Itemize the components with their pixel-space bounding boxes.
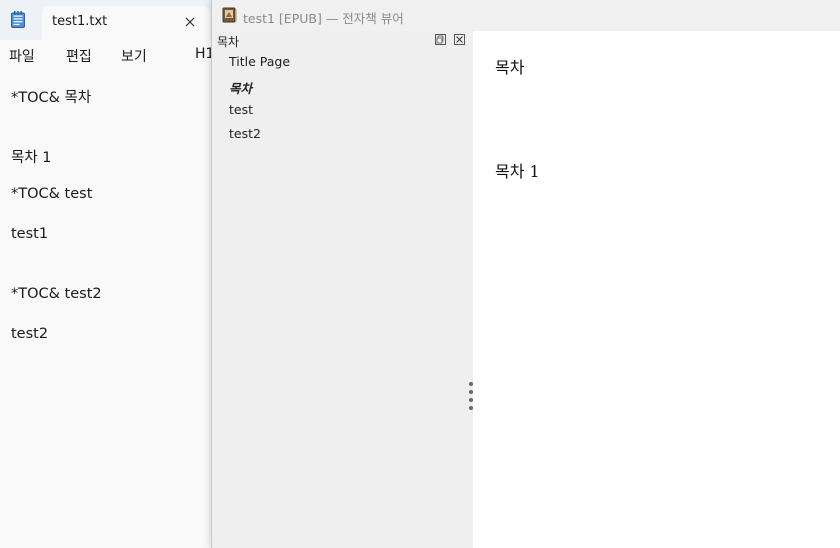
toc-header: 목차	[217, 35, 240, 49]
menu-edit[interactable]: 편집	[66, 46, 92, 66]
menu-view[interactable]: 보기	[121, 46, 147, 66]
notepad-icon	[11, 11, 25, 28]
toc-panel: 목차 Title Page 목차 test test2	[212, 31, 469, 548]
close-icon[interactable]	[183, 14, 197, 28]
viewer-titlebar[interactable]: test1 [EPUB] — 전자책 뷰어	[212, 0, 840, 31]
tab-title: test1.txt	[52, 14, 108, 29]
tab-test1[interactable]: test1.txt	[42, 6, 210, 40]
text-line: 목차 1	[11, 150, 52, 166]
window-title: test1 [EPUB] — 전자책 뷰어	[243, 11, 404, 26]
toc-item-title-page[interactable]: Title Page	[229, 54, 290, 69]
text-line: *TOC& 목차	[11, 90, 92, 106]
book-icon	[222, 7, 237, 23]
toc-item-contents[interactable]: 목차	[229, 78, 252, 97]
text-line: test1	[11, 226, 49, 242]
epub-viewer-window: test1 [EPUB] — 전자책 뷰어 목차 Title Page 목차 t…	[211, 0, 840, 548]
toc-item-test2[interactable]: test2	[229, 126, 261, 141]
close-icon[interactable]	[454, 34, 465, 45]
book-content[interactable]: 목차 목차 1	[473, 31, 840, 548]
text-line: test2	[11, 326, 49, 342]
text-line: *TOC& test	[11, 186, 93, 202]
toc-item-test[interactable]: test	[229, 102, 253, 117]
content-body: 목차 1	[495, 162, 540, 181]
text-line: *TOC& test2	[11, 286, 102, 302]
content-heading: 목차	[495, 58, 525, 77]
float-icon[interactable]	[435, 34, 446, 45]
menu-file[interactable]: 파일	[9, 46, 35, 66]
